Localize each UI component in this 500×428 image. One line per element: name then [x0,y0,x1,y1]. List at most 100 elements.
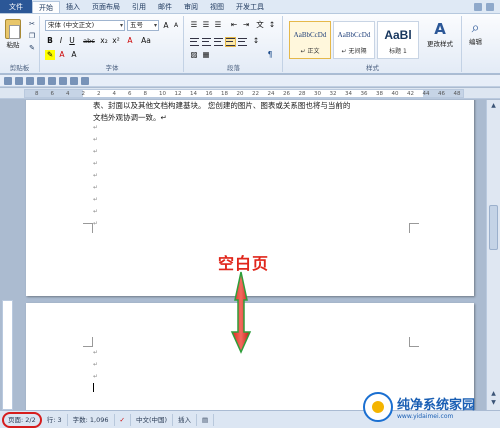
char-shading-icon[interactable]: A [69,50,79,60]
shading-icon[interactable]: ▨ [189,50,199,60]
down-arrow-icon [230,271,252,354]
highlight-icon[interactable]: ✎ [45,50,55,60]
chinese-layout-icon[interactable]: 文 [255,20,265,30]
scroll-up-icon[interactable]: ▲ [489,102,498,111]
change-case-button[interactable]: Aa [139,36,153,46]
sort-icon[interactable]: ↕ [267,20,277,30]
save-icon[interactable] [4,76,12,85]
show-marks-icon[interactable]: ¶ [265,50,275,60]
ruler-number: 30 [314,91,321,97]
ruler-number: 40 [391,91,399,97]
increase-indent-icon[interactable]: ⇥ [241,20,251,30]
style-sample: AaBbCcDd [293,31,327,39]
font-size-dropdown[interactable]: 五号 ▾ [127,20,159,31]
ruler-number: 10 [159,91,166,97]
tab-mailings[interactable]: 邮件 [152,0,178,13]
change-styles-button[interactable]: A 更改样式 [423,20,457,48]
customize-qat-icon[interactable] [81,76,89,85]
justify-icon[interactable] [225,37,236,47]
status-insert-mode[interactable]: 插入 [173,413,198,426]
open-icon[interactable] [59,76,67,85]
paragraph-mark: ↵ [93,148,99,155]
tab-review[interactable]: 审阅 [178,0,204,13]
change-styles-label: 更改样式 [427,40,453,48]
align-right-icon[interactable] [214,38,223,46]
paragraph-mark: ↵ [93,373,99,380]
paragraph-mark: ↵ [93,172,99,179]
styles-group: AaBbCcDd ↵ 正文 AaBbCcDd ↵ 无间隔 AaBl 标题 1 A… [284,16,462,72]
ribbon: 粘贴 ✂ ❐ ✎ 剪贴板 宋体 (中文正文) ▾ 五号 ▾ A A B I U … [0,14,500,74]
style-no-spacing[interactable]: AaBbCcDd ↵ 无间隔 [333,21,375,59]
scroll-thumb[interactable] [489,205,498,250]
tab-file[interactable]: 文件 [0,0,32,13]
crop-mark [83,337,93,347]
status-word-count[interactable]: 字数: 1,096 [68,413,115,426]
ruler-track[interactable]: 8 6 4 2 2 4 6 8 10 12 14 16 18 20 22 24 26 28 30 32 34 36 38 40… [24,89,464,98]
undo-icon[interactable] [15,76,23,85]
tab-home[interactable]: 开始 [32,1,60,13]
shrink-font-icon[interactable]: A [171,21,181,31]
clipboard-group: 粘贴 ✂ ❐ ✎ 剪贴板 [0,16,40,72]
watermark-logo-icon [363,392,393,422]
underline-button[interactable]: U [67,36,77,46]
minimize-ribbon-icon[interactable] [474,2,482,11]
new-doc-icon[interactable] [37,76,45,85]
status-language[interactable]: 中文(中国) [131,413,174,426]
ruler-number: 28 [298,91,306,97]
ruler-number: 18 [221,91,228,97]
edit-label: 编辑 [469,38,482,46]
redo-icon[interactable] [26,76,34,85]
spell-check-icon[interactable] [70,76,78,85]
tab-page-layout[interactable]: 页面布局 [86,0,126,13]
paste-icon [5,19,21,39]
subscript-button[interactable]: x₂ [99,36,109,46]
text-color-icon[interactable]: A [57,50,67,60]
bullets-icon[interactable]: ☰ [189,20,199,30]
line-spacing-icon[interactable]: ↕ [251,36,261,46]
font-group-label: 字体 [105,64,119,72]
distributed-icon[interactable] [238,38,247,46]
tab-developer[interactable]: 开发工具 [230,0,270,13]
font-name-dropdown[interactable]: 宋体 (中文正文) ▾ [45,20,125,31]
crop-mark [409,223,419,233]
ruler-number: 36 [360,91,368,97]
spell-status-icon[interactable]: ✓ [115,413,131,426]
copy-icon[interactable]: ❐ [27,32,37,41]
ruler-number: 46 [438,91,445,97]
borders-icon[interactable]: ▦ [201,50,211,60]
cut-icon[interactable]: ✂ [27,20,37,29]
chevron-down-icon: ▾ [119,22,123,29]
decrease-indent-icon[interactable]: ⇤ [229,20,239,30]
watermark-text: 纯净系统家园 www.yidaimei.com [397,394,475,420]
edit-button[interactable]: ⌕ 编辑 [469,20,482,46]
status-page-count[interactable]: 页面: 2/2 [2,411,42,428]
tab-references[interactable]: 引用 [126,0,152,13]
superscript-button[interactable]: x² [111,36,121,46]
multilevel-list-icon[interactable]: ☰ [213,20,223,30]
macro-record-icon[interactable]: ▤ [197,413,215,426]
print-preview-icon[interactable] [48,76,56,85]
align-center-icon[interactable] [202,38,211,46]
align-left-icon[interactable] [190,38,199,46]
watermark-url: www.yidaimei.com [397,413,454,420]
strikethrough-button[interactable]: abc [81,36,97,46]
tab-insert[interactable]: 插入 [60,0,86,13]
editing-group: ⌕ 编辑 [463,16,500,72]
binoculars-icon: ⌕ [471,20,480,36]
style-heading-1[interactable]: AaBl 标题 1 [377,21,419,59]
tab-view[interactable]: 视图 [204,0,230,13]
grow-font-icon[interactable]: A [161,21,171,31]
style-normal[interactable]: AaBbCcDd ↵ 正文 [289,21,331,59]
vertical-scrollbar[interactable]: ▲ ▲ ▼ [486,100,500,410]
numbering-icon[interactable]: ☰ [201,20,211,30]
font-color-button[interactable]: A [125,36,135,46]
styles-group-label: 样式 [366,64,379,72]
bold-button[interactable]: B [45,36,55,46]
format-painter-icon[interactable]: ✎ [27,44,37,53]
italic-button[interactable]: I [56,36,66,46]
help-icon[interactable] [486,2,494,11]
ruler-number: 4 [66,91,70,97]
status-line[interactable]: 行: 3 [42,413,68,426]
paste-button[interactable]: 粘贴 [5,19,21,49]
paragraph-mark: ↵ [93,136,99,143]
